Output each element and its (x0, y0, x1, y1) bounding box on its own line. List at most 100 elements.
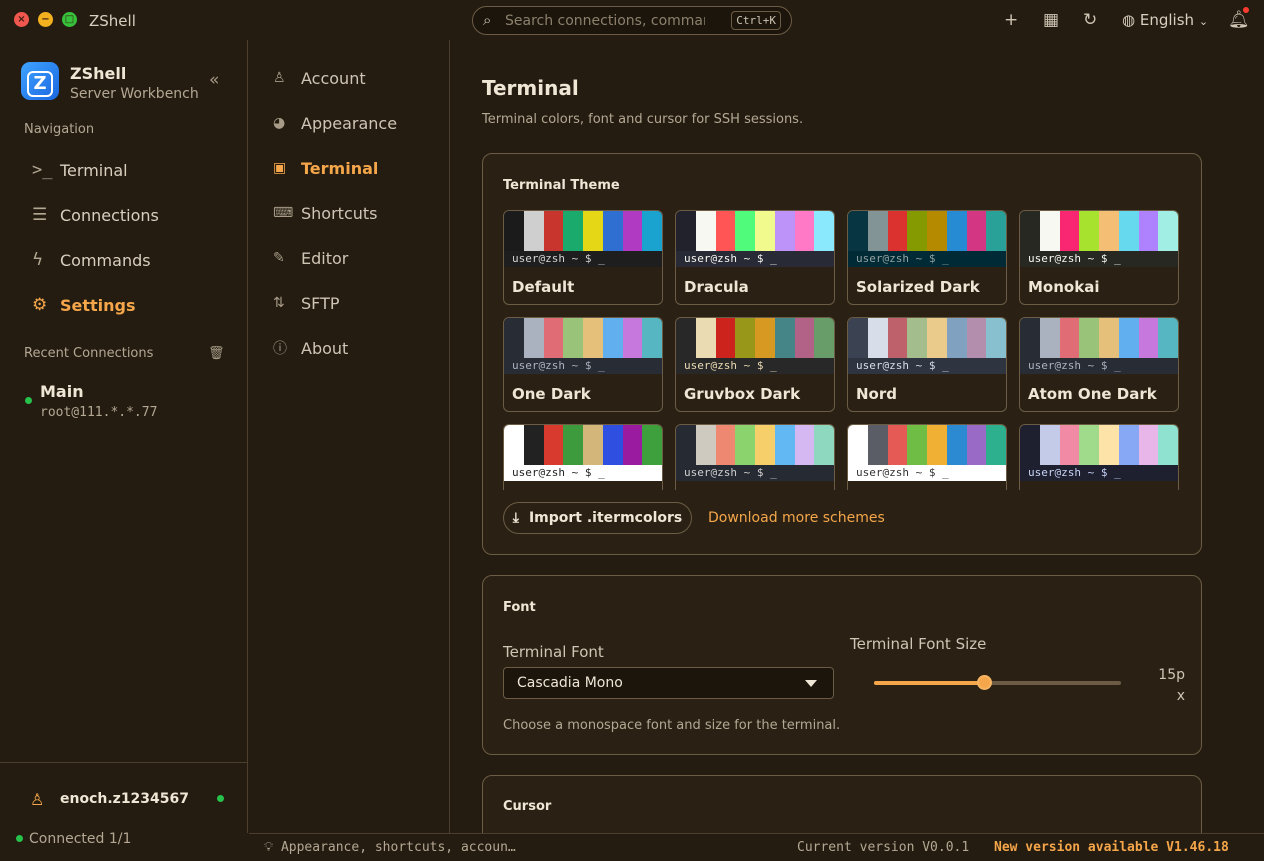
slider-fill (874, 681, 986, 685)
settings-tab-account[interactable]: ♙ Account (273, 66, 366, 90)
color-swatch (927, 211, 947, 251)
maximize-window-button[interactable]: □ (62, 12, 77, 27)
color-swatch (1118, 318, 1139, 358)
color-swatch (642, 318, 662, 358)
color-swatch (1158, 318, 1178, 358)
terminal-font-label: Terminal Font (503, 643, 604, 661)
page-subtitle: Terminal colors, font and cursor for SSH… (482, 112, 804, 127)
search-shortcut-badge: Ctrl+K (731, 11, 781, 30)
clear-recent-icon[interactable]: 🗑︎ (208, 346, 225, 361)
keyboard-icon: ⌨ (273, 205, 294, 221)
theme-option[interactable]: user@zsh ~ $ _ Dracula (675, 210, 835, 305)
theme-prompt-preview: user@zsh ~ $ _ (848, 358, 1006, 374)
color-swatch (1039, 425, 1060, 465)
person-icon: ♙ (273, 70, 286, 86)
color-swatch (1059, 318, 1080, 358)
color-swatch (602, 318, 623, 358)
theme-grid: user@zsh ~ $ _ Default user@zsh ~ $ _ Dracu… (503, 210, 1183, 490)
theme-prompt-preview: user@zsh ~ $ _ (676, 251, 834, 267)
search-bar[interactable]: ⌕ Ctrl+K (472, 6, 792, 35)
app-window: × − □ ZShell ⌕ Ctrl+K + ▦ ↻ ◍ English ⌄ … (0, 0, 1264, 861)
settings-tab-appearance[interactable]: ◕ Appearance (273, 111, 397, 135)
color-swatch (946, 425, 967, 465)
download-schemes-link[interactable]: Download more schemes (708, 510, 885, 526)
color-swatch (814, 211, 834, 251)
update-available-link[interactable]: New version available V1.46.18 (994, 840, 1229, 855)
terminal-font-select[interactable]: Cascadia Mono (503, 667, 834, 699)
search-input[interactable] (505, 11, 705, 31)
sync-icon[interactable]: ↻ (1083, 9, 1097, 31)
theme-option[interactable]: user@zsh ~ $ _ (1019, 424, 1179, 490)
sidebar-item-settings[interactable]: ⚙ Settings (32, 293, 136, 317)
sidebar-item-commands[interactable]: ϟ Commands (32, 248, 151, 272)
user-account-name[interactable]: enoch.z1234567 (60, 791, 189, 807)
theme-option[interactable]: user@zsh ~ $ _ One Dark (503, 317, 663, 412)
language-label: English (1139, 11, 1195, 29)
sidebar-item-label: Connections (60, 205, 159, 225)
theme-swatches (1020, 211, 1178, 251)
color-swatch (794, 425, 815, 465)
sidebar-item-label: Settings (60, 295, 136, 315)
server-stack-icon: ☰ (32, 205, 48, 225)
settings-tab-terminal[interactable]: ▣ Terminal (273, 156, 378, 180)
color-swatch (695, 318, 716, 358)
settings-tab-label: About (301, 338, 349, 358)
qr-code-icon[interactable]: ▦ (1043, 9, 1059, 31)
theme-option[interactable]: user@zsh ~ $ _ (847, 424, 1007, 490)
settings-tab-editor[interactable]: ✎ Editor (273, 246, 348, 270)
color-swatch (1158, 425, 1178, 465)
notification-dot (1243, 7, 1249, 13)
color-swatch (1138, 318, 1159, 358)
color-swatch (563, 425, 583, 465)
theme-option[interactable]: user@zsh ~ $ _ Solarized Dark (847, 210, 1007, 305)
font-size-slider[interactable] (874, 675, 1121, 690)
color-swatch (1099, 318, 1119, 358)
color-swatch (563, 211, 583, 251)
download-icon: ⤓ (512, 510, 519, 526)
color-swatch (848, 318, 868, 358)
lightbulb-icon: 💡︎ (264, 840, 274, 855)
collapse-sidebar-icon[interactable]: « (209, 70, 219, 90)
theme-prompt-preview: user@zsh ~ $ _ (848, 465, 1006, 481)
theme-option[interactable]: user@zsh ~ $ _ (675, 424, 835, 490)
sidebar-item-label: Terminal (60, 160, 128, 180)
theme-name: One Dark (512, 385, 591, 403)
color-swatch (774, 211, 795, 251)
sidebar-item-connections[interactable]: ☰ Connections (32, 203, 159, 227)
color-swatch (583, 211, 603, 251)
sidebar-item-terminal[interactable]: >_ Terminal (32, 158, 128, 182)
settings-tab-about[interactable]: ⓘ About (273, 336, 348, 360)
settings-tab-sftp[interactable]: ⇅ SFTP (273, 291, 340, 315)
settings-tab-shortcuts[interactable]: ⌨ Shortcuts (273, 201, 377, 225)
minimize-window-button[interactable]: − (38, 12, 53, 27)
color-swatch (642, 425, 662, 465)
close-window-button[interactable]: × (14, 12, 29, 27)
color-swatch (676, 318, 696, 358)
slider-handle[interactable] (977, 675, 993, 690)
settings-content: Terminal Terminal colors, font and curso… (451, 40, 1264, 833)
terminal-prompt-icon: >_ (32, 160, 53, 180)
card-title: Font (503, 600, 536, 615)
theme-name: Atom One Dark (1028, 385, 1157, 403)
theme-option[interactable]: user@zsh ~ $ _ Nord (847, 317, 1007, 412)
color-swatch (867, 318, 888, 358)
import-itermcolors-button[interactable]: ⤓ Import .itermcolors (503, 502, 692, 534)
theme-option[interactable]: user@zsh ~ $ _ (503, 424, 663, 490)
color-swatch (755, 318, 775, 358)
color-swatch (966, 425, 987, 465)
theme-option[interactable]: user@zsh ~ $ _ Atom One Dark (1019, 317, 1179, 412)
plus-icon[interactable]: + (1004, 9, 1018, 31)
language-selector[interactable]: ◍ English ⌄ (1122, 9, 1208, 33)
color-swatch (715, 425, 736, 465)
theme-swatches (676, 318, 834, 358)
pencil-icon: ✎ (273, 250, 285, 266)
theme-option[interactable]: user@zsh ~ $ _ Default (503, 210, 663, 305)
settings-tab-label: Terminal (301, 158, 379, 178)
color-swatch (1079, 211, 1099, 251)
settings-tab-label: Editor (301, 248, 349, 268)
settings-tab-label: Account (301, 68, 366, 88)
color-swatch (1118, 211, 1139, 251)
theme-swatches (848, 211, 1006, 251)
theme-option[interactable]: user@zsh ~ $ _ Gruvbox Dark (675, 317, 835, 412)
theme-option[interactable]: user@zsh ~ $ _ Monokai (1019, 210, 1179, 305)
